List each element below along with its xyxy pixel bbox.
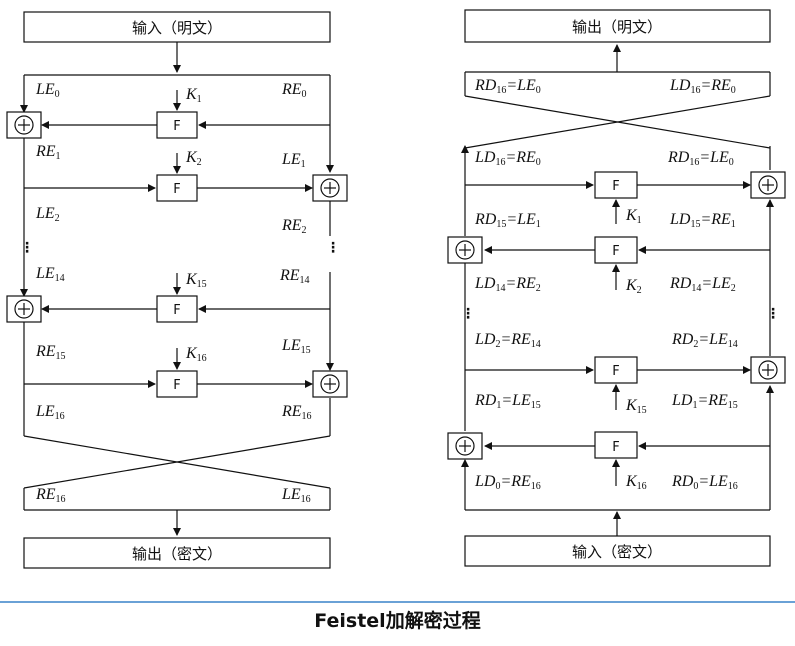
f-label: F [173,182,180,197]
enc-output-label: 输出（密文） [132,545,222,563]
label-re16: RE16 [281,403,312,422]
label-dec-k16: K16 [625,473,647,492]
label-out-le16: LE16 [281,486,311,505]
label-rd16-le0: RD16=LE0 [667,149,734,168]
enc-ellipsis-left: ⋮ [20,240,34,256]
dec-ellipsis-left: ⋮ [461,306,475,322]
label-le14: LE14 [35,265,65,284]
label-re1: RE1 [35,143,61,162]
dec-ellipsis-right: ⋮ [766,306,780,322]
label-rd0-le16: RD0=LE16 [671,473,738,492]
label-k2: K2 [185,149,202,168]
label-re14: RE14 [279,267,310,286]
label-ld0-re16: LD0=RE16 [474,473,541,492]
figure-caption: Feistel加解密过程 [314,610,481,632]
enc-input-label: 输入（明文） [132,19,222,37]
f-label: F [612,244,619,259]
label-ld2-re14: LD2=RE14 [474,331,541,350]
dec-output-label: 输出（明文） [572,18,662,36]
label-le15: LE15 [281,337,311,356]
label-dec-k1: K1 [625,207,642,226]
label-rd15-le1: RD15=LE1 [474,211,541,230]
label-re15: RE15 [35,343,66,362]
xor-icon [750,356,786,384]
xor-icon [312,174,348,202]
f-label: F [173,119,180,134]
label-ld15-re1: LD15=RE1 [669,211,736,230]
label-le0: LE0 [35,81,60,100]
label-le1: LE1 [281,151,306,170]
label-rd2-le14: RD2=LE14 [671,331,738,350]
xor-icon [447,236,483,264]
label-k16: K16 [185,345,207,364]
f-label: F [612,440,619,455]
label-ld16-re0: LD16=RE0 [474,149,541,168]
f-label: F [173,303,180,318]
xor-icon [750,171,786,199]
label-out-re16: RE16 [35,486,66,505]
label-rd14-le2: RD14=LE2 [669,275,736,294]
label-k15: K15 [185,271,207,290]
label-ld16-re0-top: LD16=RE0 [669,77,736,96]
label-re0: RE0 [281,81,307,100]
label-re2: RE2 [281,217,307,236]
label-dec-k2: K2 [625,277,642,296]
dec-input-label: 输入（密文） [572,543,662,561]
label-le2: LE2 [35,205,60,224]
label-rd16-le0-top: RD16=LE0 [474,77,541,96]
xor-icon [312,370,348,398]
f-label: F [173,378,180,393]
feistel-diagram: 输入（明文） 输出（密文） F F F F LE0 RE0 K1 RE1 K2 … [6,9,786,569]
dec-text: 输出（明文） 输入（密文） F F F F RD16=LE0 LD16=RE0 … [461,18,780,561]
label-le16: LE16 [35,403,65,422]
label-k1: K1 [185,86,202,105]
f-label: F [612,364,619,379]
label-rd1-le15: RD1=LE15 [474,392,541,411]
xor-icon [447,432,483,460]
xor-icon [6,295,42,323]
f-label: F [612,179,619,194]
enc-ellipsis-right: ⋮ [326,240,340,256]
caption-divider [0,601,795,603]
label-ld1-re15: LD1=RE15 [671,392,738,411]
label-dec-k15: K15 [625,397,647,416]
xor-icon [6,111,42,139]
label-ld14-re2: LD14=RE2 [474,275,541,294]
